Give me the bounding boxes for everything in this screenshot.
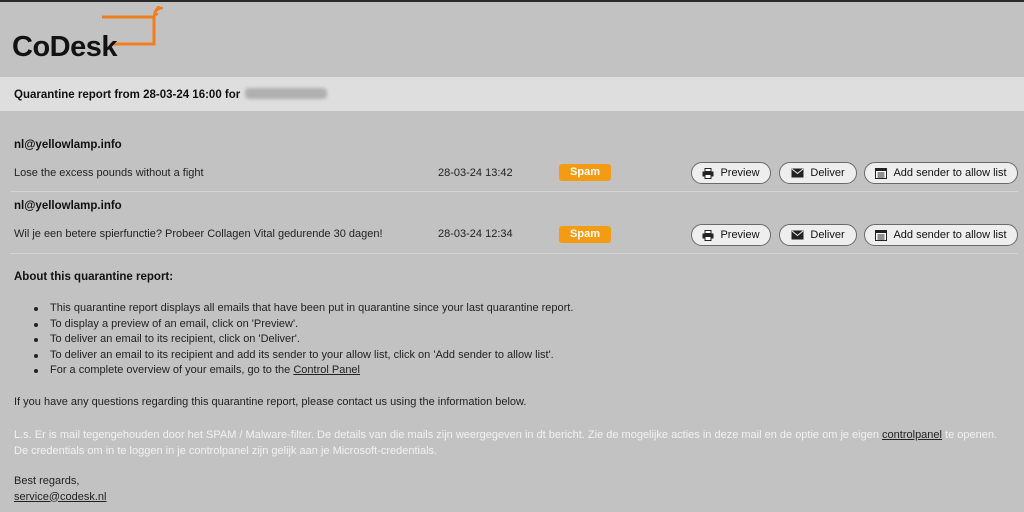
envelope-icon (791, 168, 804, 178)
preview-button[interactable]: Preview (691, 162, 771, 184)
message-date: 28-03-24 13:42 (438, 167, 513, 179)
printer-icon (702, 167, 714, 179)
redacted-recipient-address (245, 88, 328, 99)
add-sender-to-allow-list-button[interactable]: Add sender to allow list (864, 224, 1018, 246)
about-list-item: This quarantine report displays all emai… (34, 301, 573, 317)
message-sender: nl@yellowlamp.info (14, 200, 122, 212)
spam-badge: Spam (559, 164, 611, 181)
add-sender-button-label: Add sender to allow list (893, 229, 1007, 241)
preview-button-label: Preview (720, 167, 760, 179)
report-title: Quarantine report from 28-03-24 16:00 fo… (14, 88, 328, 101)
top-border (0, 0, 1024, 2)
spam-badge: Spam (559, 226, 611, 243)
add-sender-to-allow-list-button[interactable]: Add sender to allow list (864, 162, 1018, 184)
row-divider (10, 191, 1018, 192)
control-panel-link[interactable]: Control Panel (293, 364, 360, 376)
about-list-item: To deliver an email to its recipient and… (34, 348, 573, 364)
contact-text: If you have any questions regarding this… (14, 396, 527, 408)
about-list-item: For a complete overview of your emails, … (34, 363, 573, 379)
report-header-bar: Quarantine report from 28-03-24 16:00 fo… (0, 77, 1024, 111)
add-sender-button-label: Add sender to allow list (893, 167, 1007, 179)
logo-text: CoDesk (12, 31, 118, 63)
controlpanel-link[interactable]: controlpanel (882, 429, 942, 441)
about-list: This quarantine report displays all emai… (34, 301, 573, 379)
list-icon (875, 167, 888, 179)
report-title-text: Quarantine report from 28-03-24 16:00 fo… (14, 89, 241, 101)
dutch-note-before: L.s. Er is mail tegengehouden door het S… (14, 429, 879, 441)
preview-button[interactable]: Preview (691, 224, 771, 246)
printer-icon (702, 229, 714, 241)
message-subject: Wil je een betere spierfunctie? Probeer … (14, 228, 383, 240)
list-icon (875, 229, 888, 241)
deliver-button-label: Deliver (810, 167, 845, 179)
deliver-button-label: Deliver (810, 229, 845, 241)
message-date: 28-03-24 12:34 (438, 228, 513, 240)
message-subject: Lose the excess pounds without a fight (14, 167, 204, 179)
row-divider (10, 253, 1018, 254)
deliver-button[interactable]: Deliver (779, 224, 857, 246)
about-list-item: To display a preview of an email, click … (34, 317, 573, 333)
about-list-item: To deliver an email to its recipient, cl… (34, 332, 573, 348)
message-sender: nl@yellowlamp.info (14, 139, 122, 151)
preview-button-label: Preview (720, 229, 760, 241)
dutch-note: L.s. Er is mail tegengehouden door het S… (14, 428, 999, 459)
deliver-button[interactable]: Deliver (779, 162, 857, 184)
service-email-link[interactable]: service@codesk.nl (14, 490, 106, 506)
codesk-logo: CoDesk (12, 6, 172, 63)
envelope-icon (791, 230, 804, 240)
signature: Best regards, service@codesk.nl (14, 474, 106, 505)
about-heading: About this quarantine report: (14, 271, 174, 283)
overview-text: For a complete overview of your emails, … (50, 364, 291, 377)
regards-text: Best regards, (14, 475, 80, 487)
